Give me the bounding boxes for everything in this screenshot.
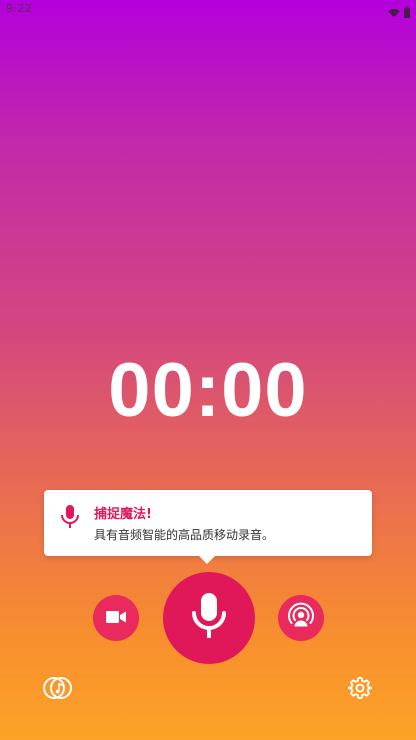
live-broadcast-icon [286,601,316,635]
live-broadcast-button[interactable] [278,595,324,641]
status-time: 9:22 [6,2,32,15]
tooltip-body: 具有音频智能的高品质移动录音。 [94,528,275,542]
tooltip-title: 捕捉魔法! [94,507,152,522]
music-library-icon [42,676,74,704]
wifi-icon [388,3,400,22]
music-library-button[interactable] [42,676,74,704]
battery-icon [404,3,410,22]
status-bar: 9:22 [0,0,416,18]
microphone-icon [58,504,82,530]
status-icons [388,3,410,22]
video-record-button[interactable] [93,595,139,641]
settings-button[interactable] [348,676,372,704]
recording-timer: 00:00 [108,348,308,433]
record-button[interactable] [163,572,255,664]
microphone-icon [189,591,229,645]
feature-tooltip[interactable]: 捕捉魔法! 具有音频智能的高品质移动录音。 [44,490,372,564]
settings-gear-icon [348,676,372,704]
video-camera-icon [106,609,126,628]
